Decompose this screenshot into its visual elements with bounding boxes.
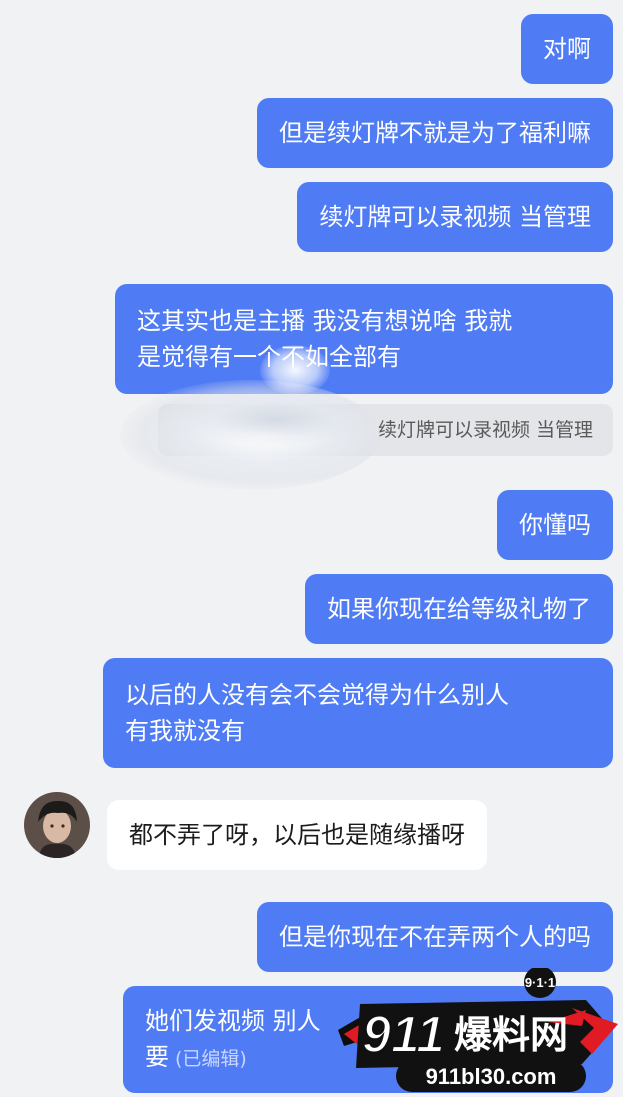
message-text-line: 这其实也是主播 我没有想说啥 我就 — [137, 307, 513, 335]
watermark-number: 911 — [362, 1006, 445, 1064]
message-bubble-outgoing[interactable]: 以后的人没有会不会觉得为什么别人 有我就没有 — [103, 658, 613, 768]
avatar-image — [24, 792, 90, 858]
message-bubble-outgoing[interactable]: 你懂吗 — [497, 490, 613, 560]
message-text-line: 以后的人没有会不会觉得为什么别人 — [125, 681, 509, 709]
message-text: 对啊 — [543, 35, 591, 63]
message-text: 续灯牌可以录视频 当管理 — [319, 203, 591, 231]
contact-avatar[interactable] — [24, 792, 90, 858]
message-bubble-outgoing[interactable]: 如果你现在给等级礼物了 — [305, 574, 613, 644]
message-text-line: 有我就没有 — [125, 717, 245, 745]
watermark-url: 911bl30.com — [426, 1064, 557, 1089]
message-text: 如果你现在给等级礼物了 — [327, 595, 591, 623]
message-bubble-outgoing[interactable]: 续灯牌可以录视频 当管理 — [297, 182, 613, 252]
message-text: 你懂吗 — [519, 511, 591, 539]
quoted-text: 续灯牌可以录视频 当管理 — [377, 419, 593, 441]
message-text-line: 是觉得有一个不如全部有 — [137, 343, 401, 371]
message-bubble-outgoing[interactable]: 这其实也是主播 我没有想说啥 我就 是觉得有一个不如全部有 — [115, 284, 613, 394]
message-bubble-incoming[interactable]: 都不弄了呀，以后也是随缘播呀 — [107, 800, 487, 870]
quoted-message[interactable]: 续灯牌可以录视频 当管理 — [158, 404, 613, 456]
message-text: 但是你现在不在弄两个人的吗 — [279, 923, 591, 951]
message-text: 都不弄了呀，以后也是随缘播呀 — [129, 821, 465, 849]
edited-label: (已编辑) — [175, 1048, 247, 1070]
watermark-brand: 爆料网 — [454, 1013, 568, 1057]
message-bubble-outgoing[interactable]: 但是你现在不在弄两个人的吗 — [257, 902, 613, 972]
watermark-badge: 9·1·1 — [525, 975, 555, 990]
message-text: 但是续灯牌不就是为了福利嘛 — [279, 119, 591, 147]
message-bubble-outgoing[interactable]: 对啊 — [521, 14, 613, 84]
watermark-logo: 9·1·1 911 爆料网 911bl30.com — [336, 966, 623, 1093]
message-bubble-outgoing[interactable]: 但是续灯牌不就是为了福利嘛 — [257, 98, 613, 168]
